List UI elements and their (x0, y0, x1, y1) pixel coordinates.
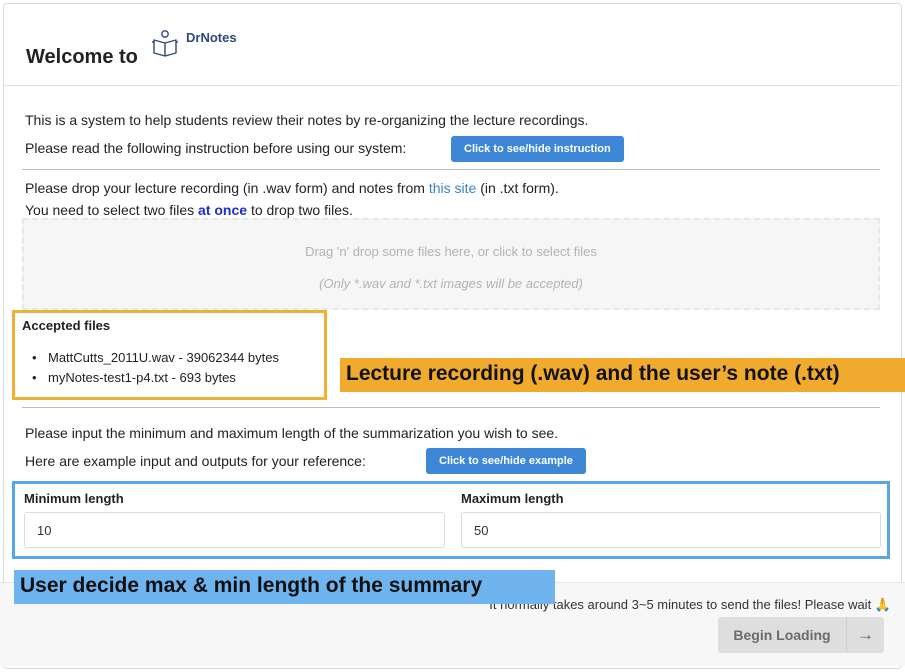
files-highlight-box (12, 310, 327, 400)
example-prompt: Here are example input and outputs for y… (25, 453, 366, 469)
card-header: Welcome to DrNotes (4, 4, 901, 86)
upload-instructions: Please drop your lecture recording (in .… (25, 180, 559, 196)
arrow-right-icon: → (857, 625, 874, 644)
begin-loading-label: Begin Loading (733, 627, 831, 643)
length-instructions: Please input the minimum and maximum len… (25, 425, 559, 441)
toggle-example-button[interactable]: Click to see/hide example (426, 448, 586, 474)
welcome-heading: Welcome to (26, 46, 138, 68)
praying-hands-icon: 🙏 (874, 597, 891, 612)
note-text-suffix: to drop two files. (247, 202, 353, 218)
note-text: You need to select two files (25, 202, 199, 218)
drnotes-logo: DrNotes (150, 28, 237, 58)
toggle-instruction-button[interactable]: Click to see/hide instruction (451, 136, 624, 162)
divider (22, 169, 880, 170)
files-annotation-label: Lecture recording (.wav) and the user’s … (340, 358, 905, 392)
dropzone-hint: (Only *.wav and *.txt images will be acc… (319, 276, 583, 291)
instruction-prompt: Please read the following instruction be… (25, 140, 407, 156)
upload-text: Please drop your lecture recording (in .… (25, 180, 429, 196)
length-annotation-label: User decide max & min length of the summ… (14, 570, 555, 604)
file-dropzone[interactable]: Drag 'n' drop some files here, or click … (22, 218, 880, 310)
at-once-emphasis: at once (198, 202, 248, 218)
intro-text: This is a system to help students review… (25, 112, 589, 128)
logo-text: DrNotes (186, 29, 237, 45)
this-site-link[interactable]: this site (429, 180, 476, 196)
begin-loading-button[interactable]: Begin Loading → (718, 617, 884, 653)
select-two-files-note: You need to select two files at once to … (25, 202, 353, 218)
length-highlight-box (12, 481, 890, 559)
reading-person-icon (152, 30, 178, 57)
divider (22, 407, 880, 408)
upload-text-suffix: (in .txt form). (476, 180, 559, 196)
dropzone-text: Drag 'n' drop some files here, or click … (305, 244, 597, 259)
